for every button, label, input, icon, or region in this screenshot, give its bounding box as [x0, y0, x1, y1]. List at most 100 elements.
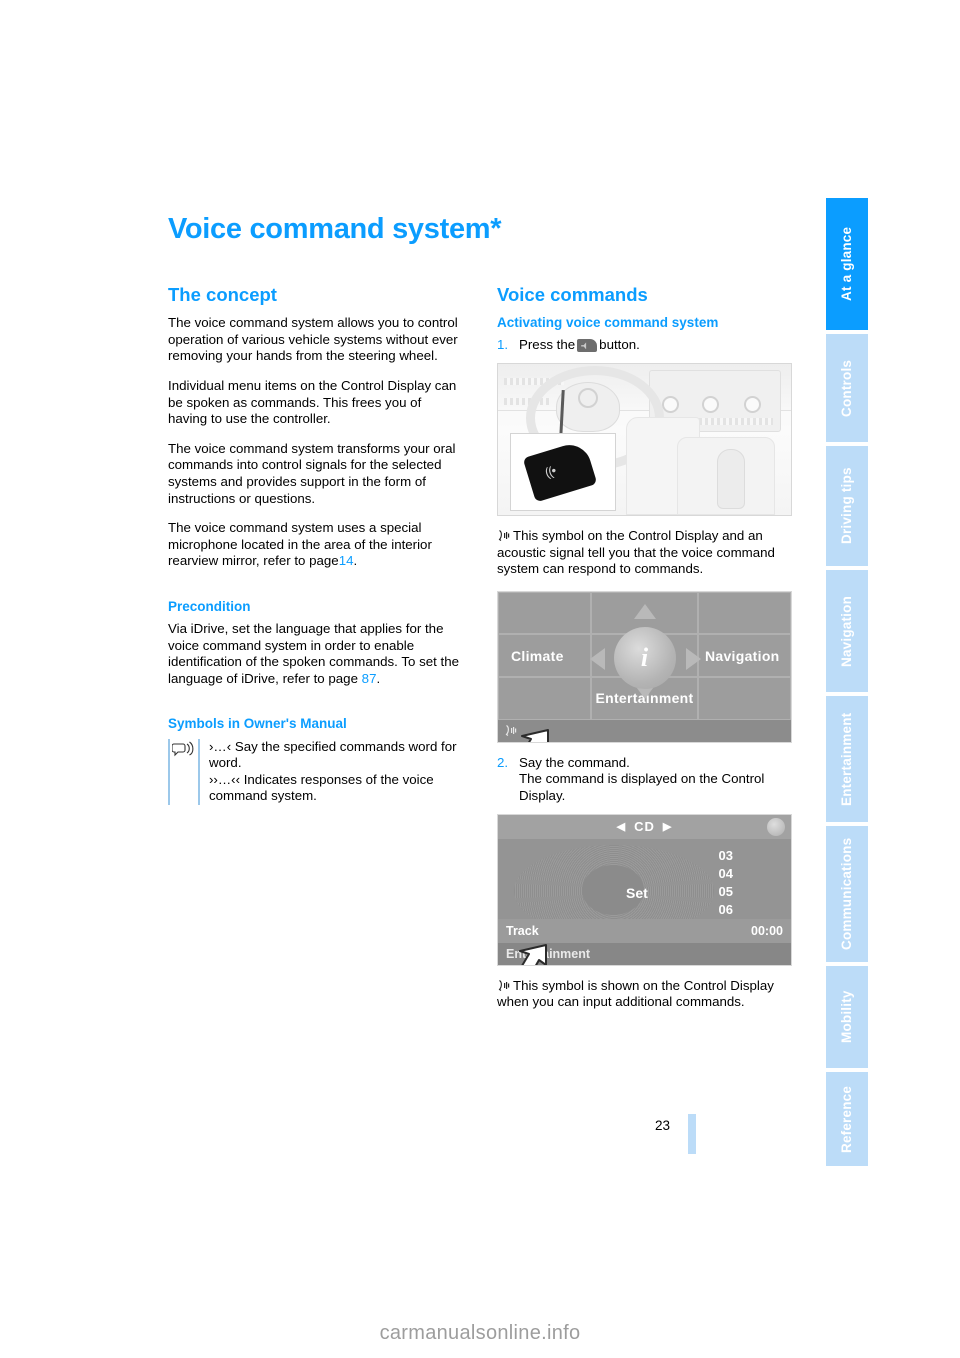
cd-track-label: Track	[506, 923, 539, 938]
tab-communications[interactable]: Communications	[826, 826, 868, 962]
tab-label: Controls	[839, 359, 854, 417]
page-number-rule	[688, 1114, 696, 1154]
tab-label: Reference	[839, 1085, 854, 1153]
cd-player-figure: ◀ CD ▶ Set 03 04 05 06 Track 00:00 Enter…	[497, 813, 792, 966]
tab-navigation[interactable]: Navigation	[826, 570, 868, 692]
cd-elapsed-time: 00:00	[751, 923, 783, 938]
precondition-period: .	[376, 670, 381, 686]
voice-button-inset: ((•	[510, 432, 616, 511]
page-number: 23	[655, 1118, 671, 1133]
chevron-right-icon[interactable]: ▶	[663, 820, 672, 833]
cd-header: ◀ CD ▶	[498, 814, 791, 840]
cd-track[interactable]: 04	[719, 865, 733, 883]
right-column: Voice commands Activating voice command …	[497, 284, 792, 1024]
grid-cell	[498, 591, 592, 635]
grid-cell	[697, 677, 791, 720]
tab-mobility[interactable]: Mobility	[826, 966, 868, 1068]
heading-symbols-in-owners-manual: Symbols in Owner's Manual	[168, 716, 347, 732]
step-1-number: 1.	[497, 337, 509, 353]
arrow-up-icon	[633, 603, 656, 619]
car-interior-figure: ((•	[497, 362, 792, 516]
voice-additional-commands-symbol	[497, 979, 510, 992]
step-1-text-after: button.	[599, 337, 640, 353]
tab-label: Driving tips	[839, 467, 854, 545]
voice-command-button-icon	[577, 339, 598, 353]
voice-ready-symbol	[497, 529, 510, 542]
symbols-line-2: ››…‹‹ Indicates responses of the voice c…	[209, 771, 434, 804]
step-2: 2. Say the command. The command is displ…	[497, 755, 792, 805]
idrive-screen: Climate Navigation Entertainment i	[498, 591, 791, 742]
chevron-left-icon[interactable]: ◀	[617, 820, 626, 833]
page-reference-87[interactable]: 87	[362, 671, 377, 686]
step-1-text-before: Press the	[519, 337, 576, 353]
tab-entertainment[interactable]: Entertainment	[826, 696, 868, 822]
caption-voice-ready-text: This symbol on the Control Display and a…	[497, 527, 775, 577]
step-2-number: 2.	[497, 754, 509, 770]
tab-label: Mobility	[839, 990, 854, 1044]
cd-track[interactable]: 06	[719, 901, 733, 919]
grid-cell	[498, 677, 592, 720]
tab-at-a-glance[interactable]: At a glance	[826, 198, 868, 330]
symbols-note-text: ›…‹ Say the specified commands word for …	[198, 738, 463, 805]
page-title: Voice command system*	[168, 213, 502, 245]
speech-bubble-icon	[170, 739, 198, 805]
page-content: Voice command system* The concept The vo…	[168, 213, 792, 1024]
concept-paragraph-1: The voice command system allows you to c…	[168, 315, 458, 364]
cd-screen: ◀ CD ▶ Set 03 04 05 06 Track 00:00 Enter…	[498, 814, 791, 965]
knob-2	[702, 395, 719, 413]
tab-label: Communications	[839, 837, 854, 951]
heading-activating-voice-command-system: Activating voice command system	[497, 315, 719, 331]
page-reference-14[interactable]: 14	[339, 553, 354, 568]
section-tab-rail: At a glance Controls Driving tips Naviga…	[826, 198, 868, 1166]
caption-voice-ready: This symbol on the Control Display and a…	[497, 528, 792, 578]
cd-track[interactable]: 05	[719, 883, 733, 901]
heading-voice-commands: Voice commands	[497, 283, 648, 305]
cd-main-area: Set 03 04 05 06	[498, 838, 791, 937]
manual-page: At a glance Controls Driving tips Naviga…	[0, 0, 960, 1358]
precondition-text: Via iDrive, set the language that applie…	[168, 621, 459, 686]
concept-paragraph-2: Individual menu items on the Control Dis…	[168, 377, 457, 427]
step-2-line-1: Say the command.	[519, 754, 630, 770]
cd-track-list: 03 04 05 06	[719, 847, 733, 919]
cd-source-label: CD	[634, 819, 655, 834]
tab-driving-tips[interactable]: Driving tips	[826, 446, 868, 566]
knob-3	[744, 395, 761, 413]
caption-additional-commands-text: This symbol is shown on the Control Disp…	[497, 977, 774, 1010]
symbols-line-1: ›…‹ Say the specified commands word for …	[209, 738, 457, 771]
info-center-icon[interactable]: i	[613, 626, 676, 689]
menu-item-navigation[interactable]: Navigation	[697, 634, 791, 678]
concept-ref-period: .	[353, 553, 358, 569]
tab-reference[interactable]: Reference	[826, 1072, 868, 1166]
tab-label: Entertainment	[839, 712, 854, 806]
compass-icon	[767, 817, 785, 836]
arrow-left-icon	[590, 647, 605, 670]
cd-time-row: Track 00:00	[498, 918, 791, 943]
tab-label: Navigation	[839, 595, 854, 667]
step-1: 1. Press the button.	[497, 337, 792, 354]
precondition-paragraph: Via iDrive, set the language that applie…	[168, 621, 463, 687]
tab-controls[interactable]: Controls	[826, 334, 868, 442]
menu-item-climate[interactable]: Climate	[498, 634, 592, 678]
voice-command-steering-button	[522, 439, 598, 503]
concept-paragraph-4: The voice command system uses a special …	[168, 520, 463, 570]
two-column-body: The concept The voice command system all…	[168, 284, 792, 1024]
watermark: carmanualsonline.info	[379, 1322, 581, 1344]
concept-paragraph-3: The voice command system transforms your…	[168, 440, 456, 506]
arrow-right-icon	[686, 647, 701, 670]
concept-ref-text: The voice command system uses a special …	[168, 520, 432, 569]
grid-cell	[697, 591, 791, 635]
tab-label: At a glance	[839, 226, 854, 302]
step-1-text: Press the button.	[519, 337, 792, 354]
knob-1	[662, 395, 679, 413]
cd-set-label[interactable]: Set	[626, 885, 648, 901]
left-column: The concept The voice command system all…	[168, 284, 463, 1024]
gear-selector-shape	[717, 448, 745, 509]
heading-the-concept: The concept	[168, 283, 277, 305]
cd-track[interactable]: 03	[719, 847, 733, 865]
step-2-line-2: The command is displayed on the Control …	[519, 771, 765, 803]
symbols-note-block: ›…‹ Say the specified commands word for …	[168, 738, 463, 805]
idrive-main-menu-figure: Climate Navigation Entertainment i	[497, 590, 792, 743]
heading-precondition: Precondition	[168, 598, 251, 614]
